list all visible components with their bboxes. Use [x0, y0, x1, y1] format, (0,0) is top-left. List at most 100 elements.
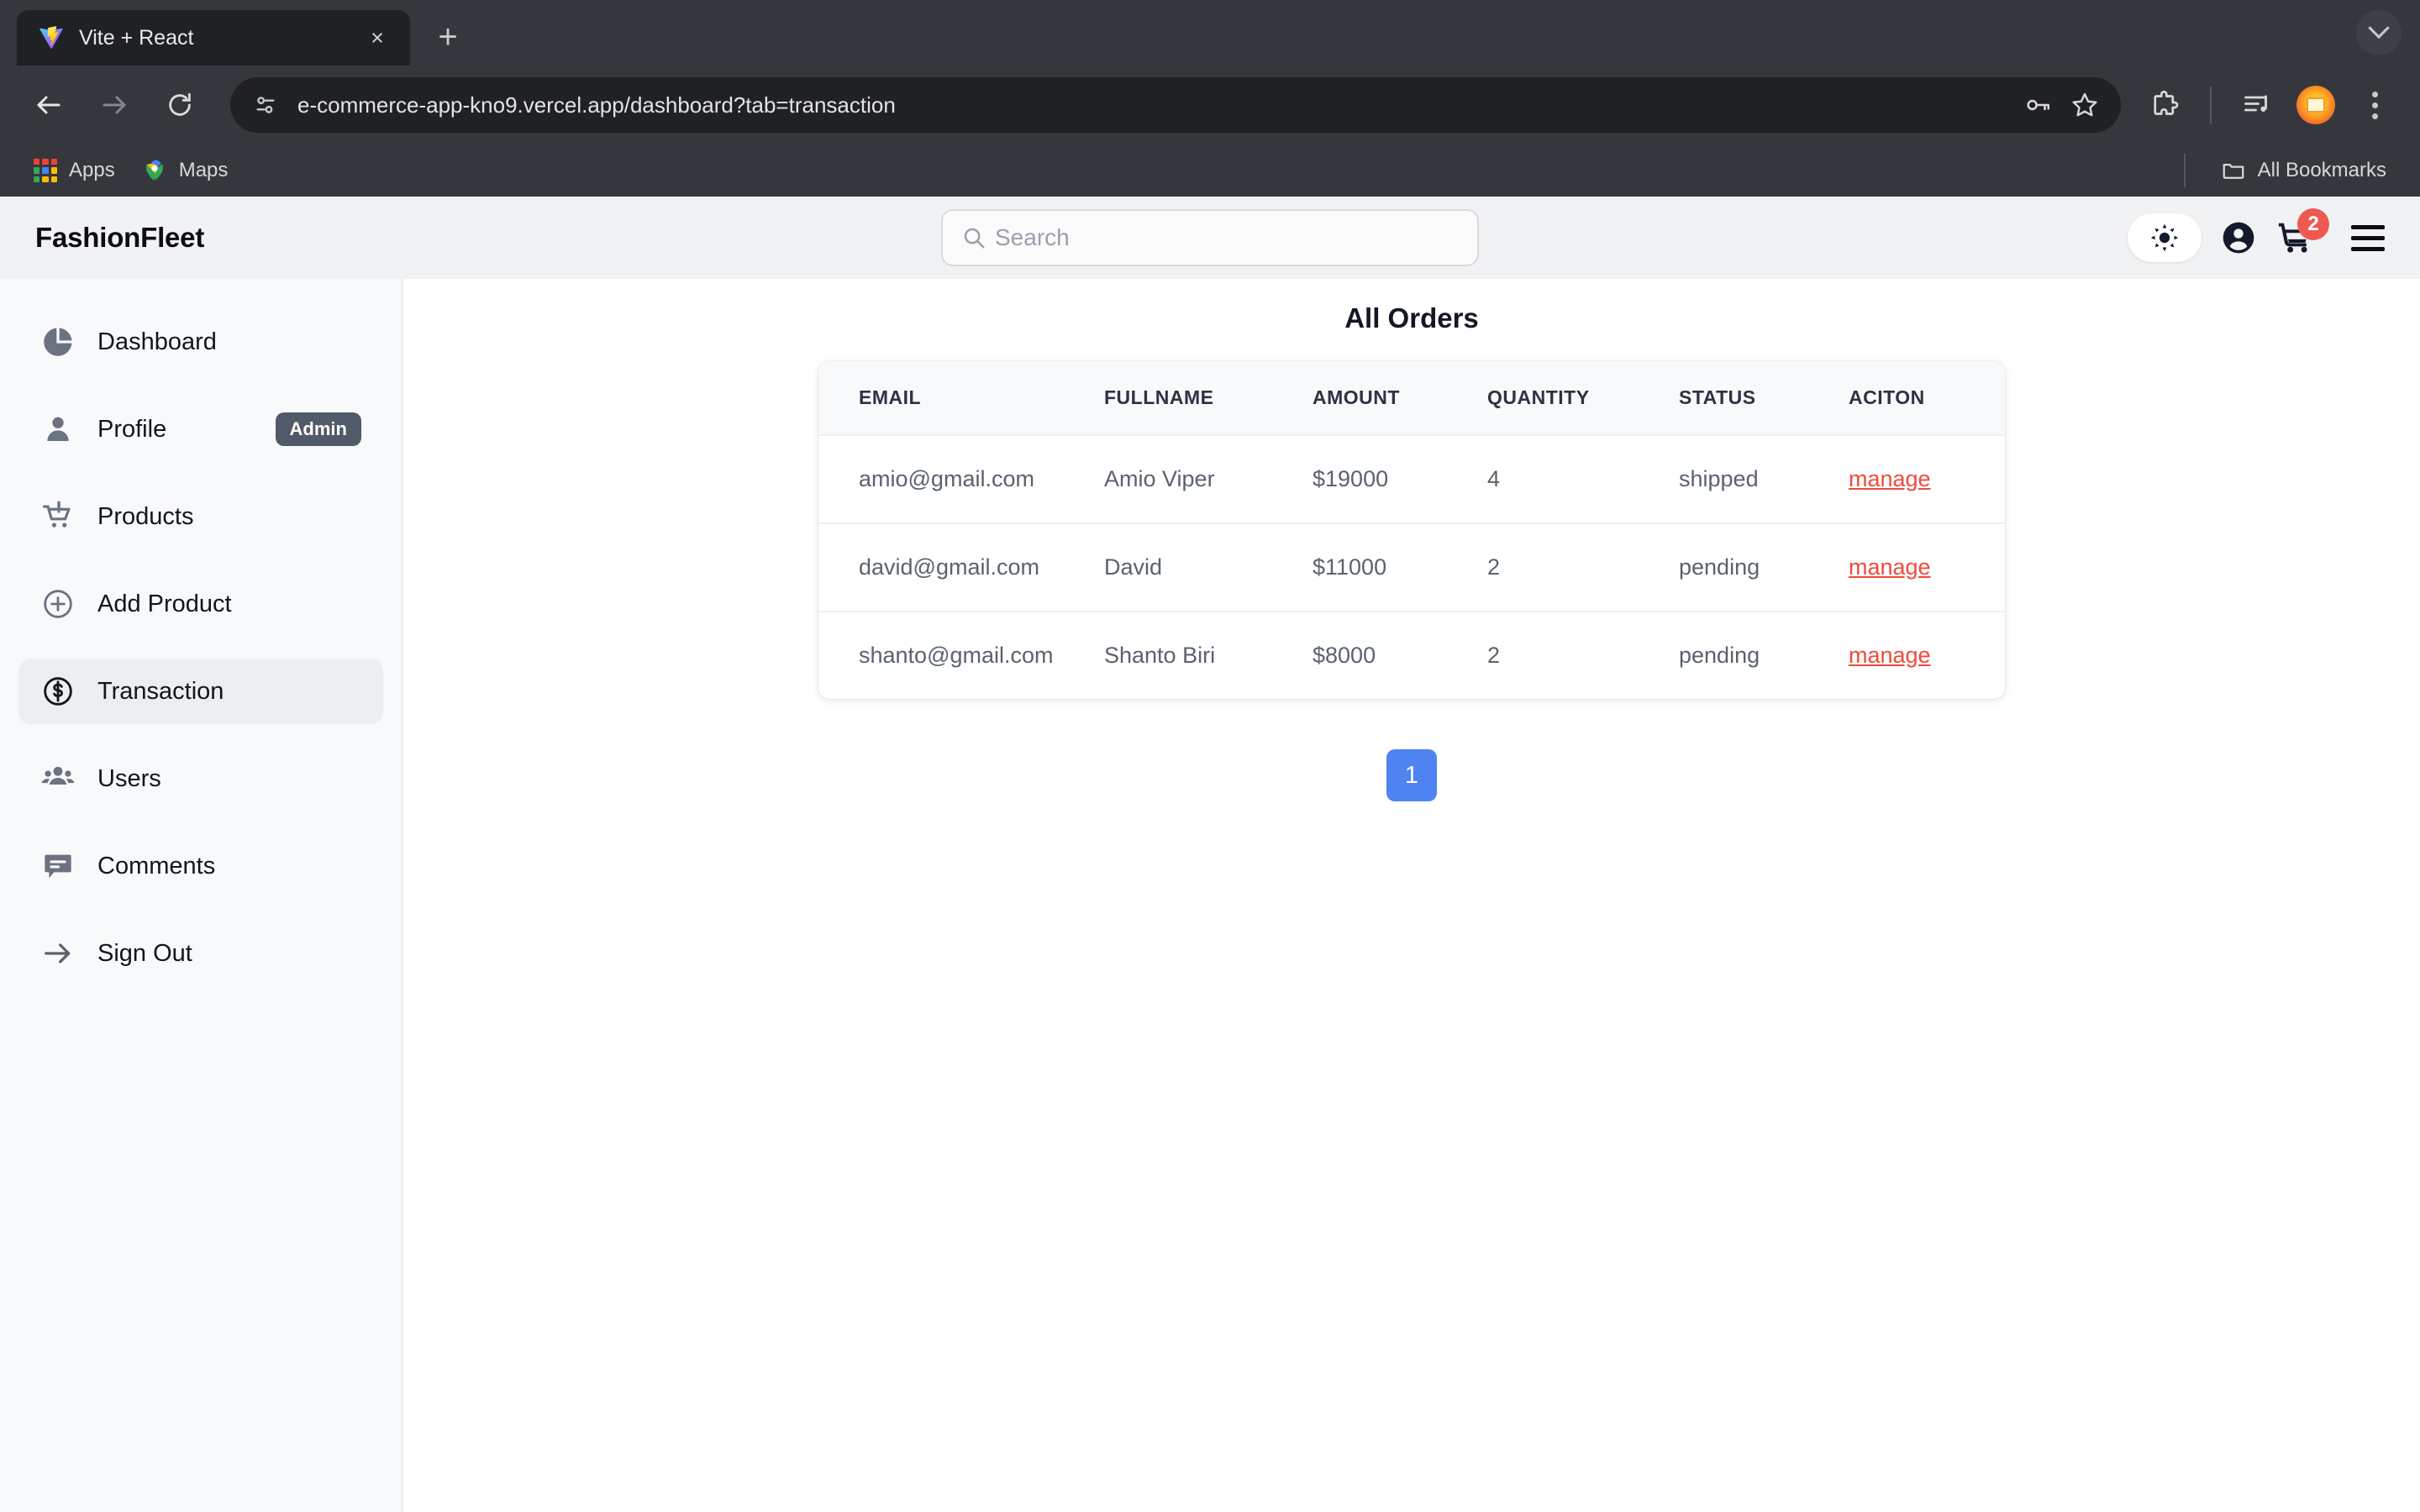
manage-link[interactable]: manage	[1849, 554, 1931, 580]
menu-button[interactable]	[2351, 224, 2385, 251]
profile-button[interactable]	[2289, 78, 2343, 132]
vite-logo-icon	[39, 26, 63, 50]
column-header-amount: AMOUNT	[1313, 386, 1400, 408]
back-arrow-icon	[37, 96, 60, 114]
tab-list-dropdown-button[interactable]	[2356, 10, 2402, 55]
sidebar-item-comments[interactable]: Comments	[18, 833, 383, 899]
search-icon	[964, 228, 985, 249]
cell-amount: $8000	[1313, 611, 1487, 699]
new-tab-button[interactable]: +	[422, 11, 474, 63]
admin-role-badge: Admin	[275, 412, 361, 446]
orders-table: EMAIL FULLNAME AMOUNT QUANTITY STATUS AC…	[818, 361, 2005, 699]
forward-arrow-icon	[103, 96, 126, 114]
sidebar-item-products[interactable]: Products	[18, 484, 383, 549]
sidebar-item-sign-out[interactable]: Sign Out	[18, 921, 383, 986]
dollar-circle-icon	[40, 674, 76, 709]
brand-logo[interactable]: FashionFleet	[35, 222, 204, 254]
sidebar-nav: Dashboard Profile Admin Products Add Pro…	[0, 279, 403, 1512]
browser-tab[interactable]: Vite + React ×	[17, 10, 410, 66]
table-header: EMAIL FULLNAME AMOUNT QUANTITY STATUS AC…	[818, 361, 2005, 435]
sidebar-item-profile[interactable]: Profile Admin	[18, 396, 383, 462]
cell-quantity: 4	[1487, 434, 1679, 523]
bookmarks-divider	[2183, 154, 2186, 187]
sidebar-item-label: Users	[97, 764, 161, 792]
search-input[interactable]	[995, 224, 1459, 251]
all-bookmarks-button[interactable]: All Bookmarks	[2207, 151, 2400, 190]
app-header: FashionFleet Search 2	[0, 197, 2420, 279]
google-maps-pin-icon	[145, 160, 163, 181]
sidebar-item-label: Comments	[97, 852, 216, 879]
sidebar-item-label: Dashboard	[97, 328, 217, 355]
back-button[interactable]	[18, 75, 79, 135]
cell-amount: $19000	[1313, 434, 1487, 523]
close-icon[interactable]: ×	[363, 24, 392, 52]
cell-quantity: 2	[1487, 522, 1679, 612]
extensions-button[interactable]	[2138, 78, 2191, 132]
cart-button[interactable]: 2	[2275, 208, 2329, 257]
tab-strip: Vite + React × +	[0, 0, 2420, 66]
account-button[interactable]	[2220, 219, 2257, 256]
address-bar[interactable]: e-commerce-app-kno9.vercel.app/dashboard…	[230, 77, 2121, 133]
sidebar-item-transaction[interactable]: Transaction	[18, 659, 383, 724]
sidebar-item-label: Add Product	[97, 590, 232, 617]
avatar-glyph	[2307, 97, 2325, 113]
orders-table-card: EMAIL FULLNAME AMOUNT QUANTITY STATUS AC…	[818, 361, 2005, 699]
bookmark-apps[interactable]: Apps	[20, 152, 129, 189]
app-body: Dashboard Profile Admin Products Add Pro…	[0, 279, 2420, 1512]
cart-count-badge: 2	[2297, 208, 2329, 240]
key-icon[interactable]	[2023, 91, 2052, 119]
star-icon[interactable]	[2070, 91, 2099, 119]
browser-window: Vite + React × + e-commerce-app-kno9.ver…	[0, 0, 2420, 1512]
cell-amount: $11000	[1313, 522, 1487, 612]
plus-circle-icon	[40, 586, 76, 622]
cell-fullname: Shanto Biri	[1104, 611, 1313, 699]
cell-action: manage	[1849, 434, 2005, 523]
cell-action: manage	[1849, 522, 2005, 612]
toolbar-divider	[2210, 87, 2212, 123]
cart-alert-icon	[40, 499, 76, 534]
search-container	[941, 209, 1479, 266]
sidebar-item-add-product[interactable]: Add Product	[18, 571, 383, 637]
search-box[interactable]	[941, 209, 1479, 266]
pagination-page-1[interactable]: 1	[1386, 749, 1437, 801]
cell-email: amio@gmail.com	[818, 434, 1104, 523]
cell-status: pending	[1679, 611, 1849, 699]
site-settings-icon[interactable]	[252, 92, 279, 118]
main-content: All Orders EMAIL FULLNAME AMOUNT QUANTIT…	[403, 279, 2420, 1512]
browser-menu-button[interactable]	[2348, 78, 2402, 132]
media-playlist-button[interactable]	[2230, 78, 2284, 132]
bookmarks-bar: Apps Maps All Bookmarks	[0, 144, 2420, 197]
theme-toggle-button[interactable]	[2128, 213, 2202, 262]
cell-fullname: Amio Viper	[1104, 434, 1313, 523]
all-bookmarks-label: All Bookmarks	[2257, 159, 2386, 181]
sidebar-item-users[interactable]: Users	[18, 746, 383, 811]
sidebar-item-dashboard[interactable]: Dashboard	[18, 309, 383, 375]
table-row: amio@gmail.com Amio Viper $19000 4 shipp…	[818, 434, 2005, 523]
account-circle-icon	[2223, 222, 2254, 254]
cell-status: shipped	[1679, 434, 1849, 523]
column-header-action: ACITON	[1849, 386, 1925, 408]
cell-email: david@gmail.com	[818, 522, 1104, 612]
profile-avatar	[2296, 86, 2335, 124]
cell-action: manage	[1849, 611, 2005, 699]
url-text: e-commerce-app-kno9.vercel.app/dashboard…	[297, 92, 896, 118]
column-header-quantity: QUANTITY	[1487, 386, 1590, 408]
sidebar-item-label: Profile	[97, 415, 167, 443]
cell-fullname: David	[1104, 522, 1313, 612]
forward-button[interactable]	[84, 75, 145, 135]
tab-title: Vite + React	[79, 25, 194, 50]
manage-link[interactable]: manage	[1849, 466, 1931, 491]
cell-quantity: 2	[1487, 611, 1679, 699]
three-dot-menu-icon	[2371, 91, 2378, 119]
folder-icon	[2223, 164, 2244, 179]
reload-button[interactable]	[150, 75, 210, 135]
cell-email: shanto@gmail.com	[818, 611, 1104, 699]
pie-chart-icon	[40, 324, 76, 360]
bookmark-label: Apps	[69, 159, 115, 181]
browser-toolbar: e-commerce-app-kno9.vercel.app/dashboard…	[0, 66, 2420, 144]
column-header-status: STATUS	[1679, 386, 1756, 408]
chevron-down-icon	[2368, 17, 2390, 39]
table-row: shanto@gmail.com Shanto Biri $8000 2 pen…	[818, 611, 2005, 699]
bookmark-maps[interactable]: Maps	[129, 151, 242, 190]
manage-link[interactable]: manage	[1849, 643, 1931, 668]
